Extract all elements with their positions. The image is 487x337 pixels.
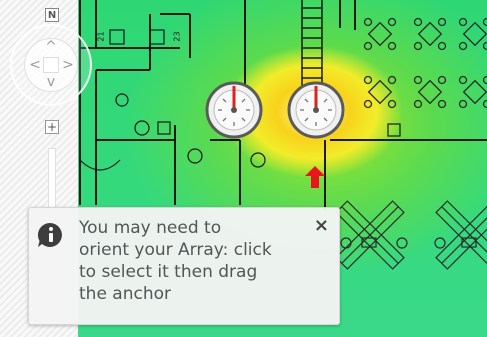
info-icon [37, 222, 62, 247]
orient-hint-tooltip: You may need to orient your Array: click… [28, 207, 340, 325]
tooltip-message: You may need to orient your Array: click… [79, 218, 272, 304]
pan-up-icon[interactable]: ^ [44, 40, 58, 54]
pan-right-icon[interactable]: > [61, 58, 75, 72]
room-label: 21 [96, 31, 106, 42]
north-indicator[interactable]: N [45, 8, 59, 22]
pan-down-icon[interactable]: v [44, 75, 58, 89]
pan-center-button[interactable] [43, 57, 59, 73]
zoom-in-button[interactable]: + [45, 120, 59, 134]
array-device-icon[interactable] [205, 81, 263, 139]
close-button[interactable]: × [314, 217, 329, 235]
zoom-slider[interactable] [48, 148, 56, 208]
pan-left-icon[interactable]: < [28, 58, 42, 72]
array-device-icon[interactable] [287, 81, 345, 139]
room-label: 23 [172, 31, 182, 42]
anchor-arrow-icon[interactable] [305, 166, 325, 188]
